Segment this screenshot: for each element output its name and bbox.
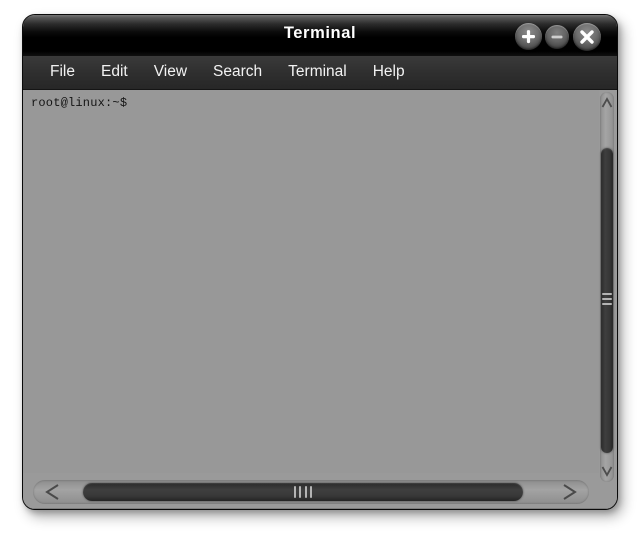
chevron-up-icon bbox=[601, 97, 613, 108]
menu-item-edit[interactable]: Edit bbox=[88, 61, 141, 84]
menu-item-file[interactable]: File bbox=[37, 61, 88, 84]
chevron-right-icon bbox=[563, 484, 577, 500]
scroll-down-button[interactable] bbox=[600, 458, 614, 482]
menu-item-help[interactable]: Help bbox=[360, 61, 418, 84]
horizontal-scrollbar[interactable] bbox=[33, 480, 589, 504]
window-body: root@linux:~$ bbox=[23, 90, 617, 509]
menu-bar: File Edit View Search Terminal Help bbox=[23, 56, 617, 90]
window-bottom-edge bbox=[23, 508, 617, 509]
maximize-button[interactable] bbox=[515, 23, 542, 50]
scroll-left-button[interactable] bbox=[35, 481, 75, 503]
close-button[interactable] bbox=[573, 23, 601, 51]
horizontal-scrollbar-thumb[interactable] bbox=[83, 483, 523, 501]
scroll-right-button[interactable] bbox=[547, 481, 587, 503]
terminal-prompt-line: root@linux:~$ bbox=[31, 96, 128, 110]
chevron-left-icon bbox=[45, 484, 59, 500]
terminal-output-area[interactable]: root@linux:~$ bbox=[23, 90, 601, 473]
menu-item-search[interactable]: Search bbox=[200, 61, 275, 84]
minimize-button[interactable] bbox=[545, 25, 569, 49]
chevron-down-icon bbox=[601, 466, 613, 477]
scroll-up-button[interactable] bbox=[600, 92, 614, 116]
minus-icon bbox=[551, 35, 563, 39]
grip-horizontal-icon bbox=[602, 292, 612, 309]
title-bar[interactable]: Terminal bbox=[23, 15, 617, 56]
menu-item-terminal[interactable]: Terminal bbox=[275, 61, 360, 84]
close-icon bbox=[580, 30, 594, 44]
menu-item-view[interactable]: View bbox=[141, 61, 200, 84]
grip-vertical-icon bbox=[294, 486, 312, 498]
screenshot-root: Terminal File Edit View Search Terminal … bbox=[0, 0, 640, 533]
terminal-window: Terminal File Edit View Search Terminal … bbox=[22, 14, 618, 510]
plus-icon bbox=[522, 30, 535, 44]
vertical-scrollbar-thumb[interactable] bbox=[601, 148, 613, 453]
vertical-scrollbar[interactable] bbox=[599, 90, 615, 484]
